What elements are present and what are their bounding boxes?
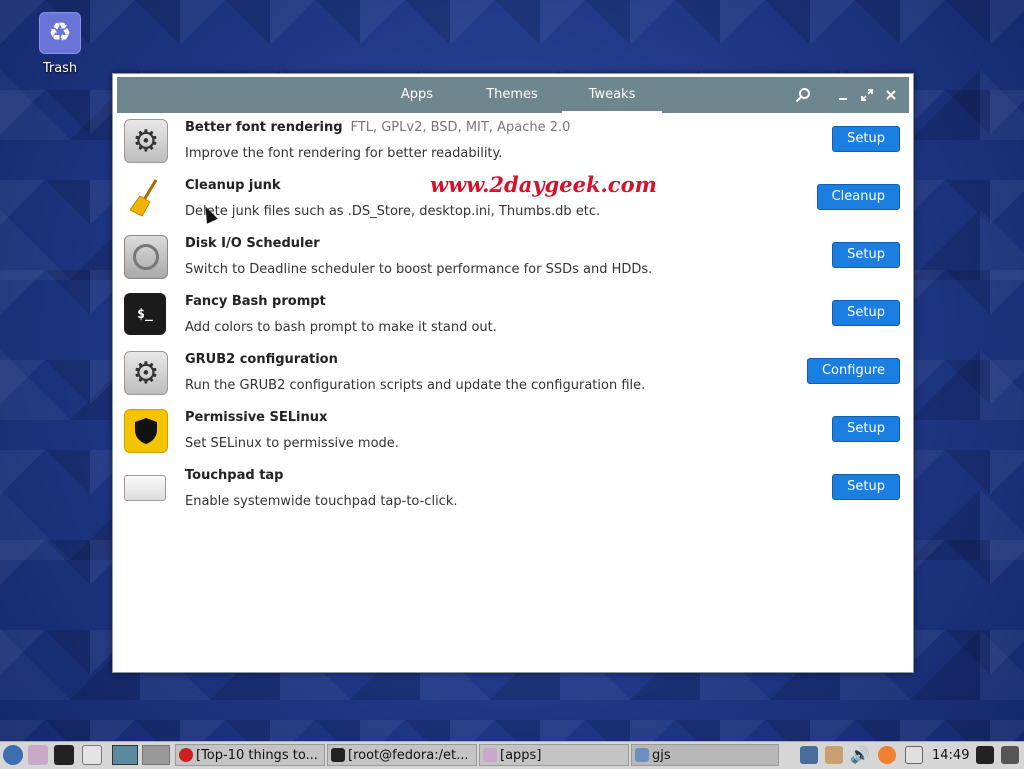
shield-icon <box>124 409 168 453</box>
fedora-menu-icon[interactable] <box>3 744 23 766</box>
logout-icon[interactable] <box>1001 746 1019 764</box>
network-icon[interactable] <box>800 746 818 764</box>
setup-button[interactable]: Setup <box>832 242 900 268</box>
terminal-icon: $_ <box>124 293 166 335</box>
redshift-icon[interactable] <box>878 746 896 764</box>
app-icon <box>635 748 649 762</box>
setup-button[interactable]: Setup <box>832 474 900 500</box>
tweak-description: Add colors to bash prompt to make it sta… <box>185 320 497 335</box>
list-item: Touchpad tap Enable systemwide touchpad … <box>117 462 909 520</box>
close-icon[interactable] <box>881 77 901 113</box>
tweak-title: Better font rendering FTL, GPLv2, BSD, MI… <box>185 120 571 135</box>
disk-icon <box>124 235 168 279</box>
list-item: Disk I/O Scheduler Switch to Deadline sc… <box>117 230 909 288</box>
gears-icon: ⚙ <box>124 351 168 395</box>
trash-label: Trash <box>42 61 78 76</box>
gears-icon: ⚙ <box>124 119 168 163</box>
taskbar-task-browser[interactable]: [Top-10 things to... <box>175 744 325 766</box>
notifications-icon[interactable] <box>905 746 923 764</box>
list-item: ⚙ Better font rendering FTL, GPLv2, BSD, … <box>117 114 909 172</box>
tweak-description: Enable systemwide touchpad tap-to-click. <box>185 494 458 509</box>
minimize-icon[interactable] <box>833 77 853 113</box>
taskbar-task-apps[interactable]: [apps] <box>479 744 629 766</box>
tab-themes[interactable]: Themes <box>472 77 552 113</box>
opera-icon <box>179 748 193 762</box>
taskbar-task-terminal[interactable]: [root@fedora:/et... <box>327 744 477 766</box>
setup-button[interactable]: Setup <box>832 416 900 442</box>
app-window: Apps Themes Tweaks ⚙ Better font renderi… <box>112 73 914 673</box>
setup-button[interactable]: Setup <box>832 126 900 152</box>
file-manager-icon[interactable] <box>28 744 48 766</box>
clipboard-icon[interactable] <box>825 746 843 764</box>
tab-tweaks[interactable]: Tweaks <box>562 77 662 113</box>
clock: 14:49 <box>932 748 970 763</box>
configure-button[interactable]: Configure <box>806 358 900 384</box>
recycle-icon: ♻ <box>39 12 81 54</box>
tweak-title: Cleanup junk <box>185 178 281 193</box>
tweak-description: Run the GRUB2 configuration scripts and … <box>185 378 646 393</box>
touchpad-icon <box>124 467 166 509</box>
taskbar: [Top-10 things to... [root@fedora:/et...… <box>0 741 1024 769</box>
lock-icon[interactable] <box>976 746 994 764</box>
watermark: www.2daygeek.com <box>430 172 657 197</box>
trash-desktop-icon[interactable]: ♻ Trash <box>34 12 86 76</box>
list-item: $_ Fancy Bash prompt Add colors to bash … <box>117 288 909 346</box>
taskbar-task-gjs[interactable]: gjs <box>631 744 779 766</box>
tweak-title: GRUB2 configuration <box>185 352 338 367</box>
maximize-icon[interactable] <box>857 77 877 113</box>
tweak-title: Fancy Bash prompt <box>185 294 326 309</box>
tweak-title: Disk I/O Scheduler <box>185 236 320 251</box>
tweak-license: FTL, GPLv2, BSD, MIT, Apache 2.0 <box>350 120 571 135</box>
list-item: ⚙ GRUB2 configuration Run the GRUB2 conf… <box>117 346 909 404</box>
tweak-title: Permissive SELinux <box>185 410 328 425</box>
show-desktop-icon[interactable] <box>82 744 102 766</box>
workspace-1-icon[interactable] <box>112 744 138 766</box>
tweak-description: Set SELinux to permissive mode. <box>185 436 399 451</box>
setup-button[interactable]: Setup <box>832 300 900 326</box>
tweak-description: Improve the font rendering for better re… <box>185 146 503 161</box>
volume-icon[interactable]: 🔊 <box>850 746 870 764</box>
cleanup-button[interactable]: Cleanup <box>816 184 900 210</box>
search-icon[interactable] <box>793 77 813 113</box>
header-bar: Apps Themes Tweaks <box>117 77 909 113</box>
tweak-description: Delete junk files such as .DS_Store, des… <box>185 204 601 219</box>
tab-apps[interactable]: Apps <box>387 77 447 113</box>
terminal-launcher-icon[interactable] <box>54 744 74 766</box>
list-item: Permissive SELinux Set SELinux to permis… <box>117 404 909 462</box>
tweak-title: Touchpad tap <box>185 468 284 483</box>
tweak-description: Switch to Deadline scheduler to boost pe… <box>185 262 653 277</box>
terminal-icon <box>331 748 345 762</box>
folder-icon <box>483 748 497 762</box>
broom-icon <box>124 177 166 219</box>
workspace-2-icon[interactable] <box>142 744 170 766</box>
